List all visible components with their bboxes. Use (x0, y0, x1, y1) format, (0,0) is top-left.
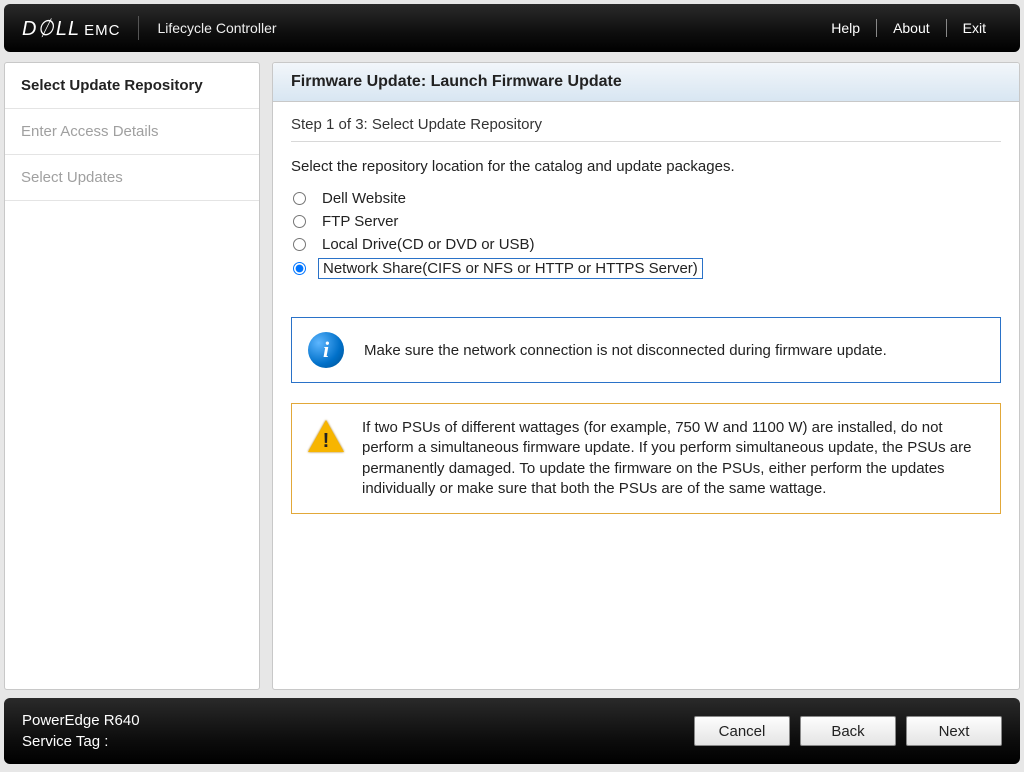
top-bar: D∅LL EMC Lifecycle Controller Help About… (4, 4, 1020, 52)
info-note: i Make sure the network connection is no… (291, 317, 1001, 383)
option-label: FTP Server (318, 212, 402, 231)
exit-link[interactable]: Exit (947, 20, 1002, 36)
brand-dell: D∅LL (22, 16, 80, 41)
radio-local-drive[interactable] (293, 238, 306, 251)
option-label: Network Share(CIFS or NFS or HTTP or HTT… (318, 258, 703, 279)
about-link[interactable]: About (877, 20, 946, 36)
footer-info: PowerEdge R640 Service Tag : (22, 710, 140, 752)
brand-logo: D∅LL EMC (22, 16, 120, 41)
instruction-text: Select the repository location for the c… (291, 158, 1001, 175)
sidebar-item-access-details[interactable]: Enter Access Details (5, 109, 259, 155)
brand-emc: EMC (84, 22, 120, 39)
back-button[interactable]: Back (800, 716, 896, 746)
repository-options: Dell Website FTP Server Local Drive(CD o… (293, 189, 1001, 279)
warning-text: If two PSUs of different wattages (for e… (362, 418, 984, 499)
page-title: Firmware Update: Launch Firmware Update (273, 63, 1019, 102)
wizard-sidebar: Select Update Repository Enter Access De… (4, 62, 260, 690)
option-label: Dell Website (318, 189, 410, 208)
warning-note: If two PSUs of different wattages (for e… (291, 403, 1001, 514)
option-network-share[interactable]: Network Share(CIFS or NFS or HTTP or HTT… (293, 258, 1001, 279)
sidebar-item-select-updates[interactable]: Select Updates (5, 155, 259, 201)
info-icon: i (308, 332, 344, 368)
next-button[interactable]: Next (906, 716, 1002, 746)
option-local-drive[interactable]: Local Drive(CD or DVD or USB) (293, 235, 1001, 254)
cancel-button[interactable]: Cancel (694, 716, 790, 746)
option-dell-website[interactable]: Dell Website (293, 189, 1001, 208)
app-title: Lifecycle Controller (157, 20, 276, 36)
step-indicator: Step 1 of 3: Select Update Repository (291, 116, 1001, 142)
model-name: PowerEdge R640 (22, 710, 140, 731)
top-links: Help About Exit (815, 19, 1002, 37)
main-body: Step 1 of 3: Select Update Repository Se… (273, 102, 1019, 528)
info-text: Make sure the network connection is not … (364, 342, 887, 359)
help-link[interactable]: Help (815, 20, 876, 36)
option-ftp-server[interactable]: FTP Server (293, 212, 1001, 231)
warning-icon (308, 418, 344, 454)
footer-buttons: Cancel Back Next (694, 716, 1002, 746)
work-area: Select Update Repository Enter Access De… (4, 62, 1020, 690)
footer-bar: PowerEdge R640 Service Tag : Cancel Back… (4, 698, 1020, 764)
sidebar-item-select-repo[interactable]: Select Update Repository (5, 63, 259, 109)
main-panel: Firmware Update: Launch Firmware Update … (272, 62, 1020, 690)
radio-ftp-server[interactable] (293, 215, 306, 228)
radio-network-share[interactable] (293, 262, 306, 275)
brand-divider (138, 16, 139, 40)
service-tag-label: Service Tag : (22, 731, 140, 752)
option-label: Local Drive(CD or DVD or USB) (318, 235, 539, 254)
radio-dell-website[interactable] (293, 192, 306, 205)
